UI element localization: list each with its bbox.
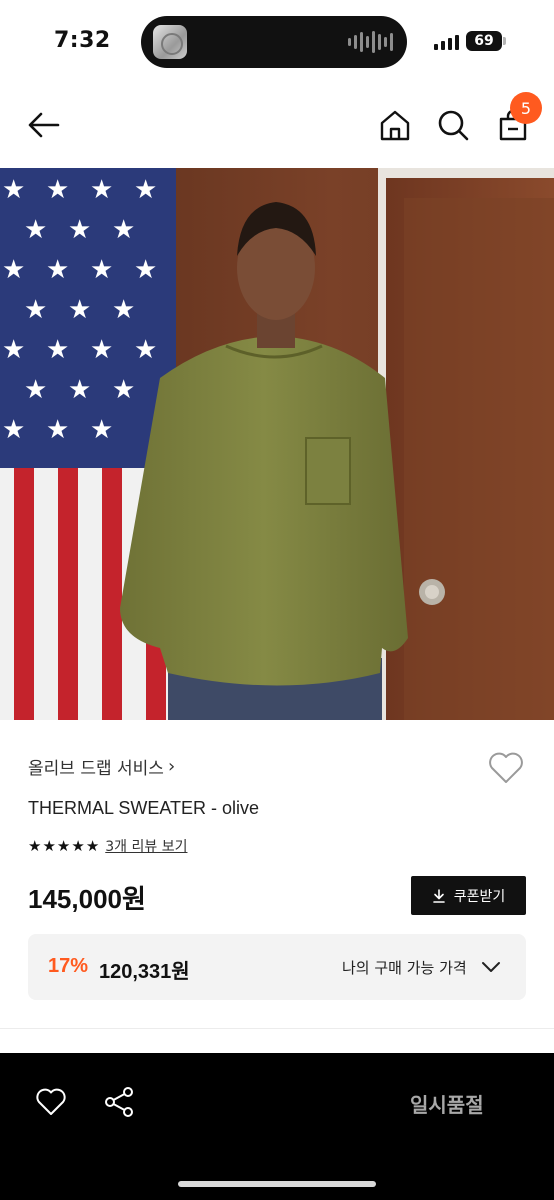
svg-text:★: ★ [24, 215, 47, 245]
my-price-box[interactable]: 17% 120,331원 나의 구매 가능 가격 [28, 934, 526, 1000]
status-time: 7:32 [54, 28, 111, 53]
my-price-label: 나의 구매 가능 가격 [342, 959, 467, 977]
svg-text:★: ★ [134, 175, 157, 205]
svg-text:★: ★ [2, 255, 25, 285]
svg-text:★: ★ [46, 415, 69, 445]
dynamic-island[interactable] [141, 16, 407, 68]
brand-name: 올리브 드랩 서비스 [28, 759, 164, 779]
svg-text:★: ★ [90, 335, 113, 365]
arrow-left-icon[interactable] [26, 106, 64, 144]
product-price: 145,000원 [28, 884, 146, 914]
svg-text:★: ★ [24, 375, 47, 405]
heart-icon[interactable] [34, 1085, 68, 1119]
cart-count-badge: 5 [510, 92, 542, 124]
svg-text:★: ★ [134, 335, 157, 365]
product-photo: ★ ★ ★ ★ ★ ★ ★ ★ ★ ★ ★ ★ ★ ★ ★ ★ ★ ★ ★ ★ ★ ★ ★ ★ [0, 168, 554, 720]
share-icon[interactable] [102, 1085, 136, 1119]
section-divider [0, 1028, 554, 1029]
svg-text:★: ★ [90, 175, 113, 205]
svg-text:★: ★ [68, 375, 91, 405]
svg-text:★: ★ [46, 335, 69, 365]
download-icon [432, 888, 445, 903]
svg-text:★: ★ [2, 335, 25, 365]
status-bar: 7:32 69 [0, 0, 554, 84]
svg-text:★: ★ [2, 415, 25, 445]
product-image[interactable]: ★ ★ ★ ★ ★ ★ ★ ★ ★ ★ ★ ★ ★ ★ ★ ★ ★ ★ ★ ★ ★ ★ ★ ★ [0, 168, 554, 720]
home-icon[interactable] [378, 108, 412, 142]
svg-text:★: ★ [112, 215, 135, 245]
discount-price: 120,331원 [99, 961, 190, 983]
signal-icon [434, 34, 459, 50]
battery-indicator: 69 [466, 31, 506, 51]
review-link[interactable]: 3개 리뷰 보기 [105, 836, 187, 856]
soldout-status: 일시품절 [410, 1093, 484, 1117]
star-icon: ★ [85, 836, 100, 855]
svg-text:★: ★ [90, 255, 113, 285]
svg-text:★: ★ [90, 415, 113, 445]
star-icon: ★ [56, 836, 71, 855]
svg-text:★: ★ [2, 175, 25, 205]
discount-percent: 17% [48, 955, 89, 977]
svg-text:★: ★ [46, 175, 69, 205]
search-icon[interactable] [436, 108, 470, 142]
svg-text:★: ★ [68, 295, 91, 325]
heart-icon[interactable] [486, 748, 526, 788]
star-rating: ★ ★ ★ ★ ★ [28, 836, 100, 855]
home-indicator[interactable] [178, 1181, 376, 1187]
bottom-action-bar: 일시품절 [0, 1053, 554, 1200]
brand-link[interactable]: 올리브 드랩 서비스 › [28, 754, 175, 779]
svg-text:★: ★ [68, 215, 91, 245]
star-icon: ★ [71, 836, 85, 855]
svg-text:★: ★ [112, 375, 135, 405]
coupon-button[interactable]: 쿠폰받기 [411, 876, 526, 915]
star-icon: ★ [28, 836, 42, 855]
rating-row: ★ ★ ★ ★ ★ 3개 리뷰 보기 [28, 836, 187, 856]
now-playing-artwork [153, 25, 187, 59]
audio-wave-icon [348, 30, 393, 54]
svg-text:★: ★ [134, 255, 157, 285]
star-icon: ★ [42, 836, 56, 855]
svg-text:★: ★ [24, 295, 47, 325]
top-navigation [0, 84, 554, 168]
product-name: THERMAL SWEATER - olive [28, 798, 260, 818]
chevron-right-icon: › [167, 756, 176, 777]
chevron-down-icon [482, 962, 500, 972]
svg-text:★: ★ [46, 255, 69, 285]
coupon-button-label: 쿠폰받기 [453, 888, 506, 905]
battery-level: 69 [474, 33, 494, 49]
svg-text:★: ★ [112, 295, 135, 325]
